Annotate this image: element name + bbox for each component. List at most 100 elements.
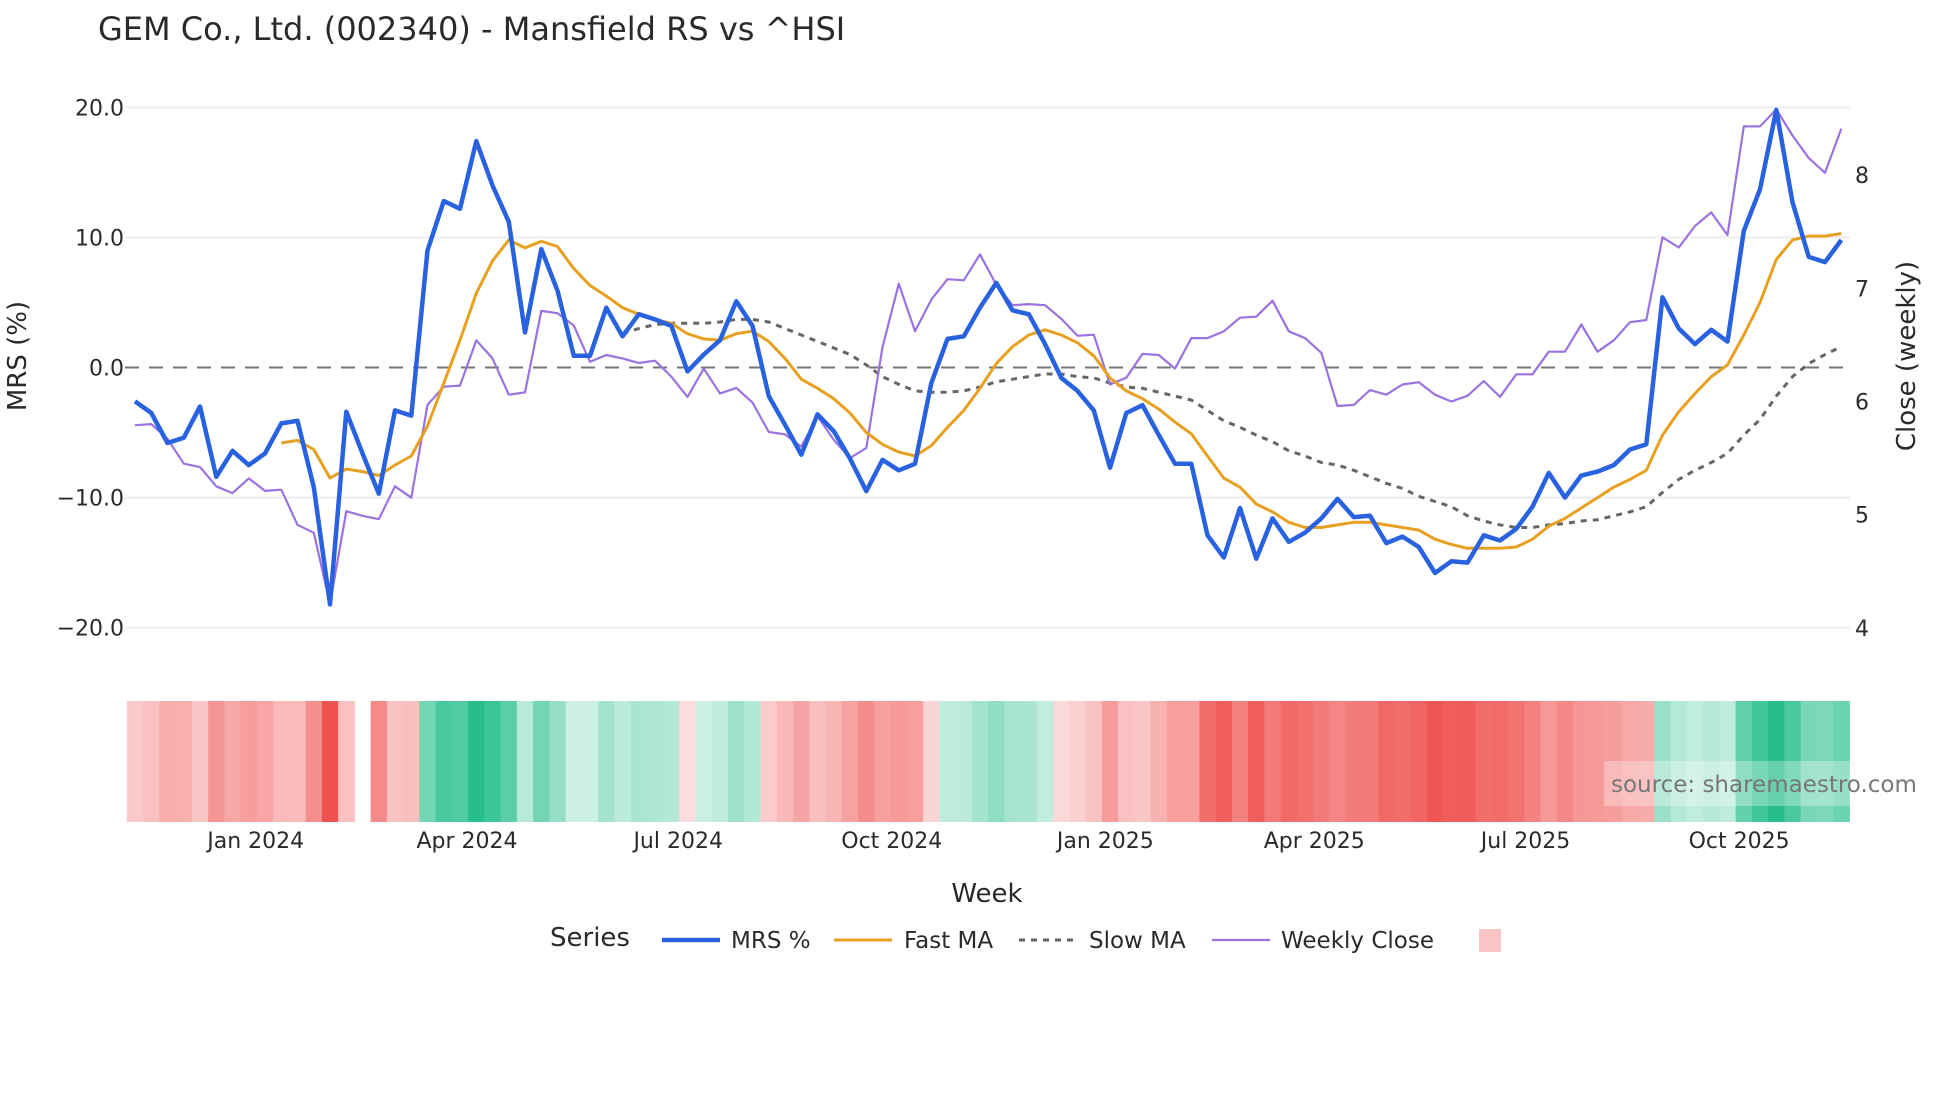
heatmap-strip: [126, 701, 1850, 822]
heatmap-cell: [711, 701, 729, 822]
legend-item[interactable]: MRS %: [662, 928, 811, 954]
y2-axis-title: Close (weekly): [1892, 261, 1922, 451]
heatmap-cell: [825, 701, 843, 822]
heatmap-cell: [370, 701, 388, 822]
heatmap-cell: [435, 701, 453, 822]
heatmap-cell: [760, 701, 778, 822]
x-tick-label: Jan 2025: [1055, 829, 1154, 854]
heatmap-cell: [338, 701, 355, 822]
heatmap-cell: [1540, 701, 1558, 822]
legend-title: Series: [550, 923, 630, 953]
heatmap-cell: [793, 701, 810, 822]
heatmap-cell: [1459, 701, 1477, 822]
gridlines: [125, 106, 1850, 629]
heatmap-cell: [923, 701, 940, 822]
heatmap-cell: [1036, 701, 1054, 822]
heatmap-cell: [1053, 701, 1070, 822]
heatmap-cell: [971, 701, 989, 822]
y-tick-label: 0.0: [89, 357, 124, 382]
heatmap-cell: [1296, 701, 1314, 822]
y-tick-label: 20.0: [75, 96, 124, 121]
y2-tick-label: 8: [1855, 164, 1869, 189]
heatmap-cell: [1410, 701, 1428, 822]
heatmap-cell: [1508, 701, 1525, 822]
heatmap-cell: [419, 701, 437, 822]
y2-axis-ticks: 8 7 6 5 4: [1855, 164, 1869, 642]
heatmap-cell: [906, 701, 924, 822]
heatmap-cell: [386, 701, 404, 822]
heatmap-cell: [1426, 701, 1444, 822]
y2-tick-label: 5: [1855, 504, 1869, 529]
heatmap-cell: [565, 701, 583, 822]
heatmap-cell: [191, 701, 209, 822]
heatmap-cell: [1248, 701, 1265, 822]
y-tick-label: −20.0: [57, 617, 124, 642]
heatmap-cell: [1329, 701, 1347, 822]
heatmap-cell: [549, 701, 567, 822]
heatmap-cell: [598, 701, 615, 822]
y2-tick-label: 7: [1855, 277, 1869, 302]
mrs-chart: GEM Co., Ltd. (002340) - Mansfield RS vs…: [3, 10, 1935, 954]
y-tick-label: 10.0: [75, 226, 124, 251]
heatmap-cell: [1231, 701, 1249, 822]
heatmap-cell: [451, 701, 469, 822]
y2-tick-label: 4: [1855, 617, 1869, 642]
legend-item[interactable]: Weekly Close: [1212, 928, 1434, 954]
heatmap-cell: [175, 701, 193, 822]
heatmap-cell: [484, 701, 502, 822]
heatmap-cell: [1264, 701, 1282, 822]
heatmap-cell: [1280, 701, 1298, 822]
heatmap-cell: [1199, 701, 1217, 822]
legend-heatmap-swatch[interactable]: [1479, 929, 1501, 952]
heatmap-cell: [679, 701, 697, 822]
x-tick-label: Jul 2025: [1479, 829, 1571, 854]
y-axis-ticks: 20.0 10.0 0.0 −10.0 −20.0: [57, 96, 124, 641]
heatmap-cell: [256, 701, 274, 822]
heatmap-cell: [468, 701, 485, 822]
heatmap-cell: [1394, 701, 1412, 822]
heatmap-cell: [516, 701, 534, 822]
heatmap-cell: [581, 701, 599, 822]
heatmap-cell: [1361, 701, 1379, 822]
legend-label: Weekly Close: [1281, 928, 1434, 954]
heatmap-cell: [224, 701, 242, 822]
heatmap-cell: [240, 701, 258, 822]
heatmap-cell: [1134, 701, 1152, 822]
heatmap-cell: [533, 701, 550, 822]
x-tick-label: Jul 2024: [631, 829, 723, 854]
heatmap-cell: [858, 701, 875, 822]
heatmap-cell: [1491, 701, 1509, 822]
y-tick-label: −10.0: [57, 487, 124, 512]
series-lines: [133, 107, 1844, 607]
legend-label: Fast MA: [904, 928, 993, 954]
heatmap-cell: [321, 701, 339, 822]
heatmap-cell: [305, 701, 323, 822]
heatmap-cell: [890, 701, 908, 822]
heatmap-cell: [1573, 701, 1590, 822]
heatmap-cell: [955, 701, 973, 822]
heatmap-cell: [1556, 701, 1574, 822]
heatmap-cell: [159, 701, 177, 822]
x-axis-ticks: Jan 2024 Apr 2024 Jul 2024 Oct 2024 Jan 2025…: [205, 829, 1789, 854]
heatmap-cell: [403, 701, 420, 822]
legend-label: Slow MA: [1089, 928, 1186, 954]
heatmap-cell: [273, 701, 290, 822]
heatmap-cell: [646, 701, 664, 822]
heatmap-cell: [1475, 701, 1493, 822]
heatmap-cell: [500, 701, 518, 822]
heatmap-cell: [939, 701, 957, 822]
heatmap-cell: [143, 701, 160, 822]
heatmap-cell: [695, 701, 713, 822]
legend-item[interactable]: Slow MA: [1019, 928, 1186, 954]
heatmap-cell: [663, 701, 680, 822]
heatmap-cell: [289, 701, 307, 822]
x-tick-label: Oct 2025: [1689, 829, 1790, 854]
heatmap-cell: [1443, 701, 1460, 822]
heatmap-cell: [1069, 701, 1087, 822]
x-tick-label: Apr 2024: [416, 829, 517, 854]
series-line-weekly-close: [134, 108, 1843, 606]
legend-item[interactable]: Fast MA: [834, 928, 993, 954]
x-tick-label: Oct 2024: [841, 829, 942, 854]
chart-title: GEM Co., Ltd. (002340) - Mansfield RS vs…: [98, 10, 845, 48]
heatmap-cell: [126, 701, 144, 822]
